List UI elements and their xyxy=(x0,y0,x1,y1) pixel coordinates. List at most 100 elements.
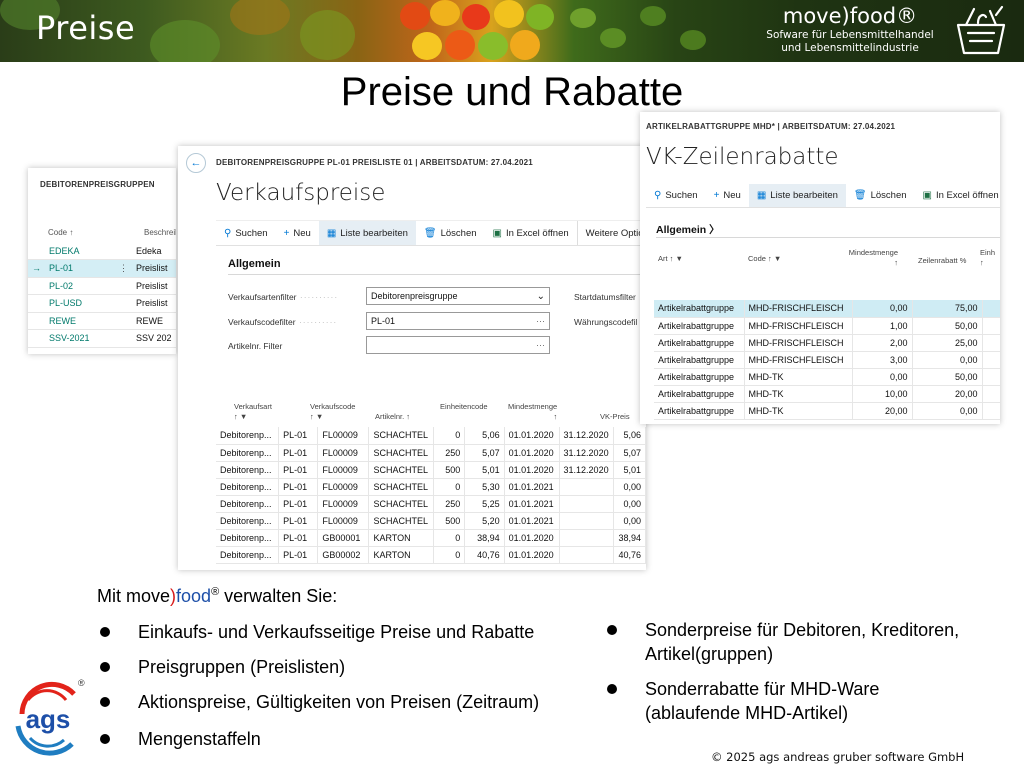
start-date-cell[interactable]: 01.01.2020 xyxy=(504,546,560,564)
price-incl-cell[interactable]: 5,01 xyxy=(613,461,646,479)
price-cell[interactable]: 5,01 xyxy=(464,461,505,479)
min-qty-cell[interactable]: 0,00 xyxy=(852,300,913,318)
table-row[interactable]: PL-02 Preislist xyxy=(28,277,176,295)
table-row[interactable]: Debitorenp... PL-01 FL00009 SCHACHTEL 250 5,2… xyxy=(216,495,646,513)
min-qty-cell[interactable]: 2,00 xyxy=(852,334,913,352)
column-header-sales-type[interactable]: Verkaufsart ↑ ▼ xyxy=(234,402,272,422)
table-row[interactable]: Debitorenp... PL-01 GB00001 KARTON 0 38,94 01.… xyxy=(216,529,646,547)
row-menu-icon[interactable] xyxy=(115,277,132,295)
price-cell[interactable]: 5,30 xyxy=(464,478,505,496)
search-button[interactable]: ⚲ Suchen xyxy=(216,221,276,245)
table-row[interactable]: Debitorenp... PL-01 FL00009 SCHACHTEL 500 5,2… xyxy=(216,512,646,530)
unit-cell[interactable]: SCHACHTEL xyxy=(368,478,434,496)
sales-code-cell[interactable]: PL-01 xyxy=(278,512,319,530)
sales-type-cell[interactable]: Debitorenp... xyxy=(216,444,280,462)
sales-type-cell[interactable]: Debitorenp... xyxy=(216,495,280,513)
open-excel-button[interactable]: ▣ In Excel öffnen xyxy=(915,184,1000,207)
end-date-cell[interactable] xyxy=(559,529,615,547)
table-row[interactable]: Artikelrabattgruppe MHD-FRISCHFLEISCH 2,00… xyxy=(654,334,1000,352)
lookup-ellipsis-icon[interactable]: ··· xyxy=(536,340,545,350)
min-qty-cell[interactable]: 0 xyxy=(433,478,466,496)
item-no-cell[interactable]: FL00009 xyxy=(317,427,370,445)
table-row[interactable]: Debitorenp... PL-01 FL00009 SCHACHTEL 0 5,30 0… xyxy=(216,478,646,496)
table-row[interactable]: Artikelrabattgruppe MHD-FRISCHFLEISCH 0,00… xyxy=(654,300,1000,318)
end-date-cell[interactable]: 31.12.2020 xyxy=(559,427,615,445)
row-menu-icon[interactable] xyxy=(115,294,132,313)
end-date-cell[interactable] xyxy=(559,478,615,496)
column-header-code[interactable]: Code ↑ xyxy=(48,228,73,237)
new-button[interactable]: + Neu xyxy=(276,221,319,245)
price-incl-cell[interactable]: 38,94 xyxy=(613,529,646,547)
sales-type-cell[interactable]: Debitorenp... xyxy=(216,546,280,564)
group-code-cell[interactable]: PL-USD xyxy=(45,294,115,313)
price-cell[interactable]: 5,06 xyxy=(464,427,505,445)
price-cell[interactable]: 5,07 xyxy=(464,444,505,462)
sales-code-cell[interactable]: PL-01 xyxy=(278,427,319,445)
discount-cell[interactable]: 0,00 xyxy=(912,351,983,369)
price-incl-cell[interactable]: 5,06 xyxy=(613,427,646,445)
unit-cell[interactable] xyxy=(982,300,1000,318)
start-date-cell[interactable]: 01.01.2020 xyxy=(504,529,560,547)
item-no-cell[interactable]: FL00009 xyxy=(317,444,370,462)
delete-button[interactable]: 🗑 Löschen xyxy=(846,184,915,207)
code-cell[interactable]: MHD-TK xyxy=(744,402,853,420)
column-header-unit[interactable]: Einh ↑ xyxy=(980,248,995,268)
min-qty-cell[interactable]: 250 xyxy=(433,444,466,462)
end-date-cell[interactable]: 31.12.2020 xyxy=(559,444,615,462)
more-options-button[interactable]: Weitere Optio xyxy=(576,221,646,245)
column-header-description[interactable]: Beschreib xyxy=(144,228,176,237)
code-cell[interactable]: MHD-FRISCHFLEISCH xyxy=(744,351,853,369)
table-row[interactable]: Debitorenp... PL-01 GB00002 KARTON 0 40,76 01.… xyxy=(216,546,646,564)
sales-code-cell[interactable]: PL-01 xyxy=(278,495,319,513)
price-cell[interactable]: 5,20 xyxy=(464,512,505,530)
table-row[interactable]: Artikelrabattgruppe MHD-FRISCHFLEISCH 1,00… xyxy=(654,317,1000,335)
type-cell[interactable]: Artikelrabattgruppe xyxy=(654,368,745,386)
type-cell[interactable]: Artikelrabattgruppe xyxy=(654,351,745,369)
type-cell[interactable]: Artikelrabattgruppe xyxy=(654,300,745,318)
table-row[interactable]: → PL-01 ⋮ Preislist xyxy=(28,259,176,278)
table-row[interactable]: Artikelrabattgruppe MHD-TK 20,00 0,00 xyxy=(654,402,1000,420)
row-menu-icon[interactable] xyxy=(115,329,132,348)
sales-code-filter-input[interactable]: PL-01 ··· xyxy=(366,312,550,330)
min-qty-cell[interactable]: 0,00 xyxy=(852,368,913,386)
item-no-cell[interactable]: GB00001 xyxy=(317,529,370,547)
column-header-min-qty[interactable]: Mindestmenge ↑ xyxy=(846,248,898,268)
group-code-cell[interactable]: SSV-2021 xyxy=(45,329,115,348)
column-header-min-qty[interactable]: Mindestmenge ↑ xyxy=(508,402,557,422)
sales-code-cell[interactable]: PL-01 xyxy=(278,478,319,496)
edit-list-button[interactable]: ▦ Liste bearbeiten xyxy=(748,184,846,207)
column-header-discount[interactable]: Zeilenrabatt % xyxy=(918,256,966,266)
unit-cell[interactable]: KARTON xyxy=(368,529,434,547)
table-row[interactable]: Debitorenp... PL-01 FL00009 SCHACHTEL 500 5,0… xyxy=(216,461,646,479)
min-qty-cell[interactable]: 10,00 xyxy=(852,385,913,403)
price-incl-cell[interactable]: 40,76 xyxy=(613,546,646,564)
min-qty-cell[interactable]: 20,00 xyxy=(852,402,913,420)
min-qty-cell[interactable]: 0 xyxy=(433,529,466,547)
start-date-cell[interactable]: 01.01.2020 xyxy=(504,427,560,445)
min-qty-cell[interactable]: 500 xyxy=(433,512,466,530)
sales-type-filter-select[interactable]: Debitorenpreisgruppe ⌄ xyxy=(366,287,550,305)
section-general[interactable]: Allgemein 〉 xyxy=(656,222,720,237)
table-row[interactable]: Artikelrabattgruppe MHD-TK 10,00 20,00 xyxy=(654,385,1000,403)
code-cell[interactable]: MHD-TK xyxy=(744,368,853,386)
unit-cell[interactable] xyxy=(982,385,1000,403)
start-date-cell[interactable]: 01.01.2020 xyxy=(504,444,560,462)
group-code-cell[interactable]: PL-01 xyxy=(45,259,115,278)
sales-code-cell[interactable]: PL-01 xyxy=(278,546,319,564)
table-row[interactable]: Artikelrabattgruppe MHD-TK 0,00 50,00 xyxy=(654,368,1000,386)
end-date-cell[interactable] xyxy=(559,546,615,564)
sales-type-cell[interactable]: Debitorenp... xyxy=(216,461,280,479)
unit-cell[interactable] xyxy=(982,402,1000,420)
end-date-cell[interactable]: 31.12.2020 xyxy=(559,461,615,479)
row-menu-icon[interactable] xyxy=(115,242,132,260)
discount-cell[interactable]: 25,00 xyxy=(912,334,983,352)
group-code-cell[interactable]: REWE xyxy=(45,312,115,330)
delete-button[interactable]: 🗑 Löschen xyxy=(416,221,485,245)
start-date-cell[interactable]: 01.01.2021 xyxy=(504,512,560,530)
new-button[interactable]: + Neu xyxy=(706,184,749,207)
group-code-cell[interactable]: PL-02 xyxy=(45,277,115,295)
table-row[interactable]: Debitorenp... PL-01 FL00009 SCHACHTEL 250 5,0… xyxy=(216,444,646,462)
code-cell[interactable]: MHD-FRISCHFLEISCH xyxy=(744,300,853,318)
min-qty-cell[interactable]: 500 xyxy=(433,461,466,479)
unit-cell[interactable]: SCHACHTEL xyxy=(368,512,434,530)
